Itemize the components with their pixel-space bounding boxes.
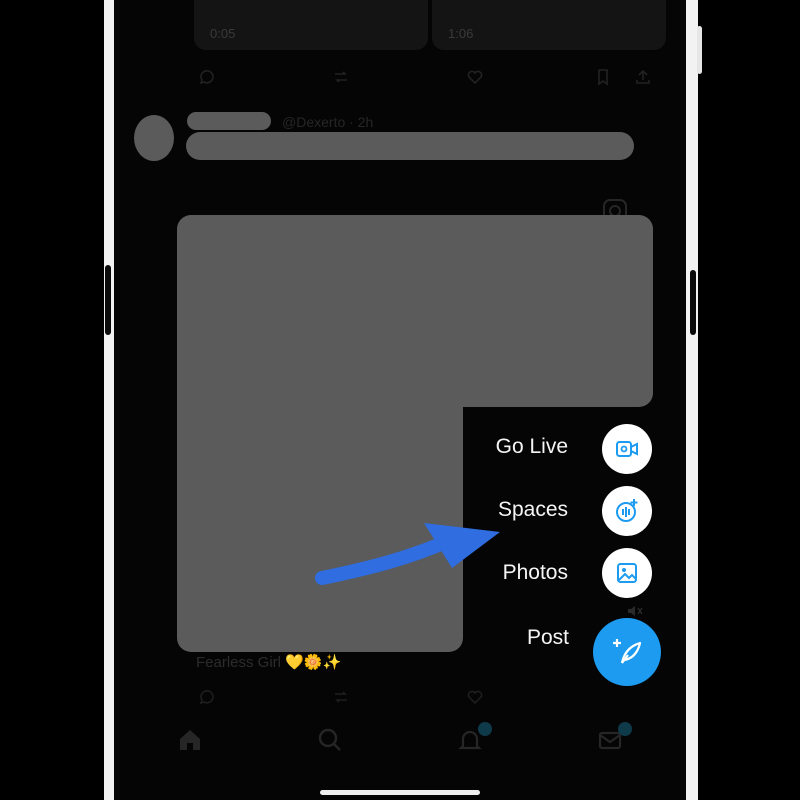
home-indicator[interactable] [320,790,480,795]
annotation-arrow-icon [315,523,500,585]
